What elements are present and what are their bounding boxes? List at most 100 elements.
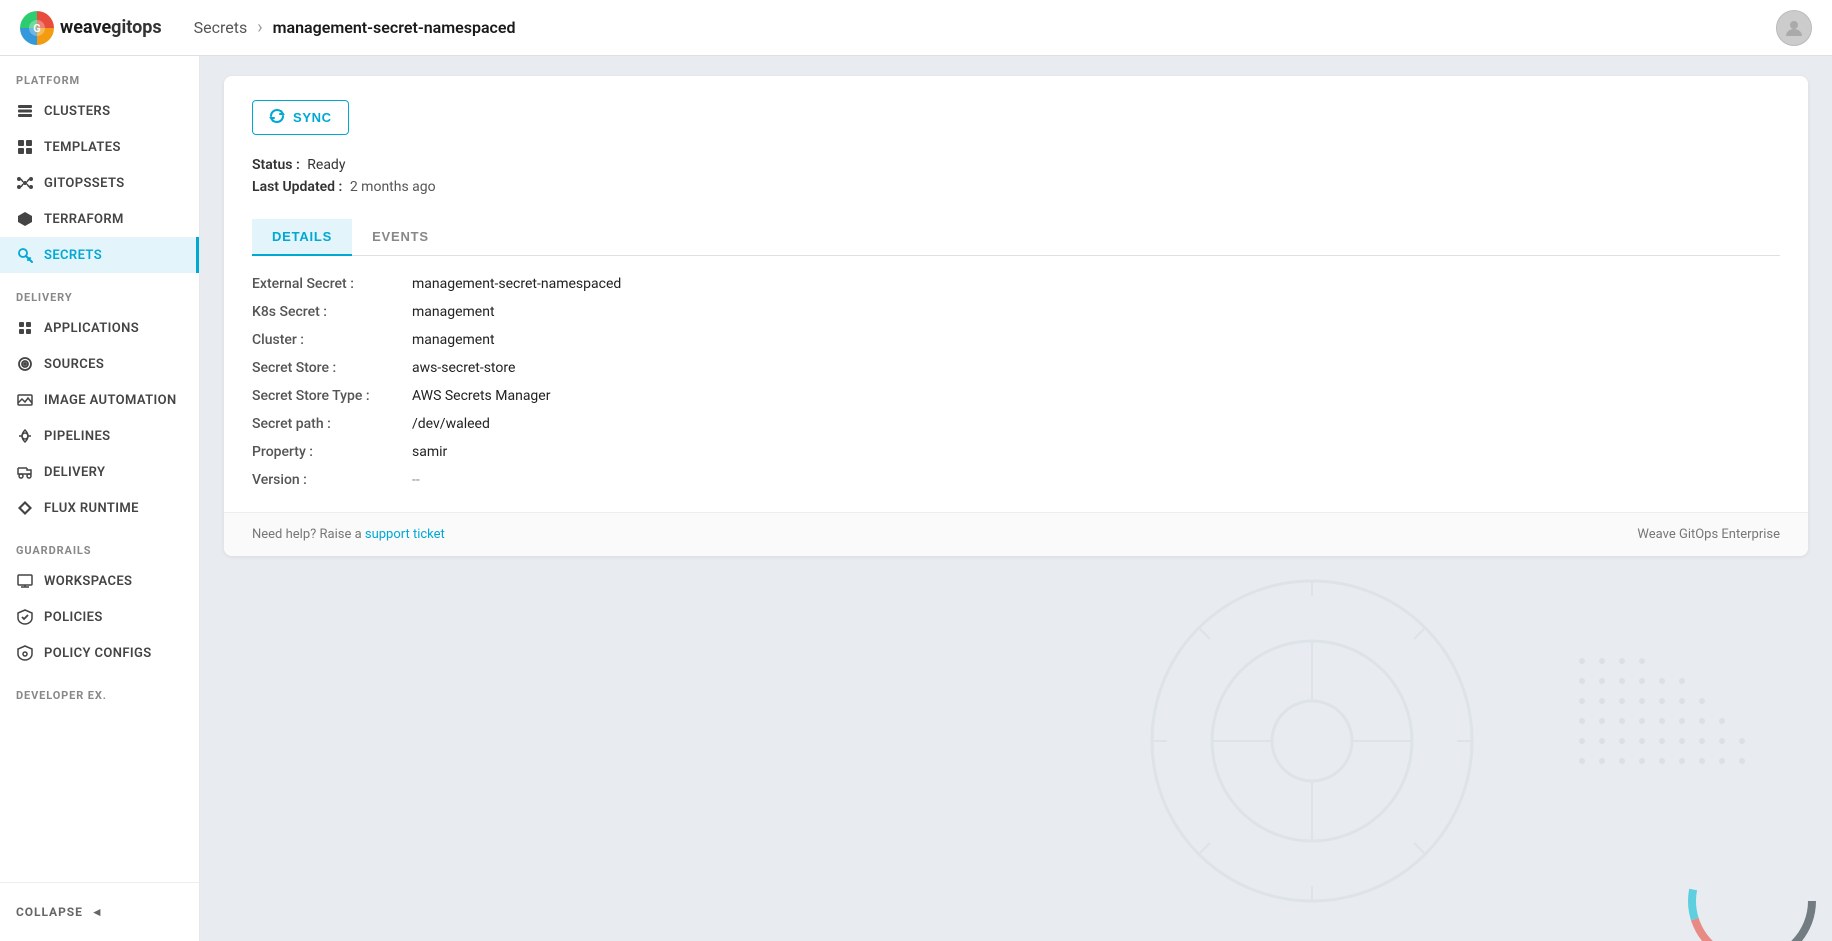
k8s-secret-label: K8s Secret :: [252, 304, 412, 320]
pipelines-label: PIPELINES: [44, 429, 111, 444]
delivery-section-label: DELIVERY: [0, 273, 199, 310]
secret-store-type-value: AWS Secrets Manager: [412, 388, 550, 404]
details-table: External Secret : management-secret-name…: [252, 276, 1780, 488]
sidebar: PLATFORM CLUSTERS TEMPLATES: [0, 56, 200, 941]
detail-secret-store: Secret Store : aws-secret-store: [252, 360, 1780, 376]
detail-k8s-secret: K8s Secret : management: [252, 304, 1780, 320]
collapse-icon: ◄: [91, 905, 104, 919]
status-row: Status : Ready: [252, 157, 1780, 173]
k8s-secret-value: management: [412, 304, 495, 320]
version-value: --: [412, 472, 420, 488]
property-value: samir: [412, 444, 447, 460]
clusters-label: CLUSTERS: [44, 104, 110, 119]
templates-icon: [16, 138, 34, 156]
user-avatar[interactable]: [1776, 10, 1812, 46]
breadcrumb-separator: ›: [257, 17, 262, 38]
card-footer: Need help? Raise a support ticket Weave …: [224, 512, 1808, 556]
sidebar-item-policy-configs[interactable]: POLICY CONFIGS: [0, 635, 199, 671]
sidebar-item-image-automation[interactable]: IMAGE AUTOMATION: [0, 382, 199, 418]
secrets-label: SECRETS: [44, 248, 102, 263]
detail-version: Version : --: [252, 472, 1780, 488]
sidebar-item-clusters[interactable]: CLUSTERS: [0, 93, 199, 129]
gitopssets-label: GITOPSSETS: [44, 176, 125, 191]
terraform-label: TERRAFORM: [44, 212, 124, 227]
policies-icon: [16, 608, 34, 626]
sidebar-item-pipelines[interactable]: PIPELINES: [0, 418, 199, 454]
sync-icon: [269, 108, 285, 127]
sidebar-item-workspaces[interactable]: WORKSPACES: [0, 563, 199, 599]
secret-store-label: Secret Store :: [252, 360, 412, 376]
secret-path-value: /dev/waleed: [412, 416, 490, 432]
sidebar-item-flux-runtime[interactable]: FLUX RUNTIME: [0, 490, 199, 526]
delivery-icon: [16, 463, 34, 481]
collapse-button[interactable]: COLLAPSE ◄: [0, 895, 199, 929]
detail-property: Property : samir: [252, 444, 1780, 460]
status-label: Status :: [252, 157, 300, 173]
sync-button[interactable]: SYNC: [252, 100, 349, 135]
secret-store-type-label: Secret Store Type :: [252, 388, 412, 404]
image-automation-icon: [16, 391, 34, 409]
detail-cluster: Cluster : management: [252, 332, 1780, 348]
detail-secret-path: Secret path : /dev/waleed: [252, 416, 1780, 432]
logo-text: weavegitops: [60, 17, 162, 38]
last-updated-value: 2 months ago: [350, 179, 436, 195]
collapse-label: COLLAPSE: [16, 905, 83, 919]
sidebar-item-delivery[interactable]: DELIVERY: [0, 454, 199, 490]
breadcrumb-parent[interactable]: Secrets: [194, 18, 248, 37]
help-text: Need help? Raise a support ticket: [252, 527, 445, 542]
secret-path-label: Secret path :: [252, 416, 412, 432]
last-updated-row: Last Updated : 2 months ago: [252, 179, 1780, 195]
applications-label: APPLICATIONS: [44, 321, 139, 336]
sync-label: SYNC: [293, 110, 332, 125]
policies-label: POLICIES: [44, 610, 103, 625]
flux-runtime-icon: [16, 499, 34, 517]
detail-secret-store-type: Secret Store Type : AWS Secrets Manager: [252, 388, 1780, 404]
card-body: SYNC Status : Ready Last Updated : 2 mon…: [224, 76, 1808, 512]
sidebar-item-gitopssets[interactable]: GITOPSSETS: [0, 165, 199, 201]
tabs-row: DETAILS EVENTS: [252, 219, 1780, 256]
sidebar-item-secrets[interactable]: SECRETS: [0, 237, 199, 273]
background-decoration: [1132, 541, 1832, 941]
workspaces-label: WORKSPACES: [44, 574, 132, 589]
detail-external-secret: External Secret : management-secret-name…: [252, 276, 1780, 292]
gitopssets-icon: [16, 174, 34, 192]
policy-configs-icon: [16, 644, 34, 662]
breadcrumb-current: management-secret-namespaced: [273, 18, 516, 37]
sidebar-item-templates[interactable]: TEMPLATES: [0, 129, 199, 165]
tab-details[interactable]: DETAILS: [252, 219, 352, 256]
secrets-icon: [16, 246, 34, 264]
guardrails-section-label: GUARDRAILS: [0, 526, 199, 563]
property-label: Property :: [252, 444, 412, 460]
sidebar-item-applications[interactable]: APPLICATIONS: [0, 310, 199, 346]
status-value: Ready: [307, 157, 345, 173]
image-automation-label: IMAGE AUTOMATION: [44, 393, 177, 408]
cluster-label: Cluster :: [252, 332, 412, 348]
svg-text:G: G: [33, 22, 41, 35]
developer-section-label: DEVELOPER EX.: [0, 671, 199, 708]
help-text-prefix: Need help? Raise a: [252, 527, 365, 542]
flux-runtime-label: FLUX RUNTIME: [44, 501, 139, 516]
logo-icon: G: [20, 11, 54, 45]
platform-section-label: PLATFORM: [0, 56, 199, 93]
templates-label: TEMPLATES: [44, 140, 121, 155]
brand-text: Weave GitOps Enterprise: [1637, 527, 1780, 542]
breadcrumb: Secrets › management-secret-namespaced: [194, 17, 516, 38]
clusters-icon: [16, 102, 34, 120]
external-secret-label: External Secret :: [252, 276, 412, 292]
applications-icon: [16, 319, 34, 337]
terraform-icon: [16, 210, 34, 228]
logo[interactable]: G weavegitops: [20, 11, 162, 45]
cluster-value: management: [412, 332, 495, 348]
support-ticket-link[interactable]: support ticket: [365, 527, 445, 542]
pipelines-icon: [16, 427, 34, 445]
secret-store-value: aws-secret-store: [412, 360, 515, 376]
sources-icon: [16, 355, 34, 373]
sidebar-item-policies[interactable]: POLICIES: [0, 599, 199, 635]
sidebar-item-sources[interactable]: SOURCES: [0, 346, 199, 382]
last-updated-label: Last Updated :: [252, 179, 342, 195]
sidebar-footer: COLLAPSE ◄: [0, 882, 199, 941]
tab-events[interactable]: EVENTS: [352, 219, 449, 256]
version-label: Version :: [252, 472, 412, 488]
sidebar-item-terraform[interactable]: TERRAFORM: [0, 201, 199, 237]
content-area: SYNC Status : Ready Last Updated : 2 mon…: [200, 56, 1832, 941]
